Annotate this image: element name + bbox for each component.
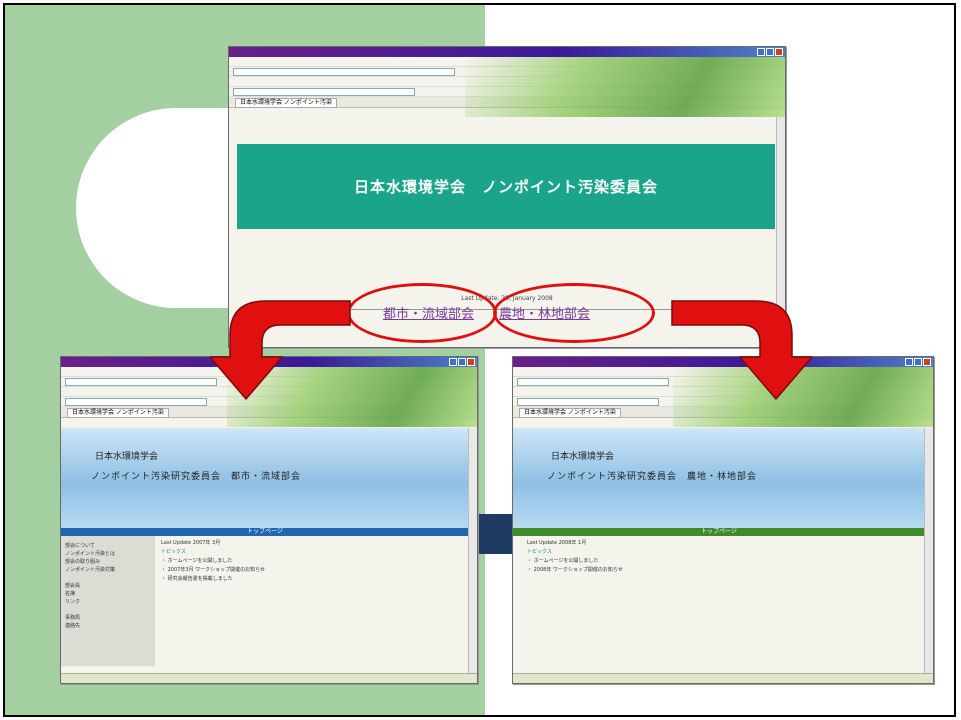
sidebar-item[interactable]: 部会の取り組み xyxy=(65,558,151,566)
address-input[interactable] xyxy=(517,377,669,386)
red-arrow-left-icon xyxy=(210,300,351,401)
content-line[interactable]: ・ ホームページを公開しました xyxy=(527,557,623,566)
top-nav-bar[interactable]: トップページ xyxy=(513,528,925,536)
main-content: Last Update 2008年 1月 トピックス ・ ホームページを公開しま… xyxy=(527,539,623,575)
left-browser-window: 日本水環境学会 ノンポイント汚染 日本水環境学会 ノンポイント汚染研究委員会 都… xyxy=(60,356,478,684)
site-title: 日本水環境学会 xyxy=(95,452,159,462)
content-line[interactable]: ・ 2007年3月 ワークショップ開催のお知らせ xyxy=(161,566,265,575)
content-line[interactable]: ・ 研究会報告書を掲載しました xyxy=(161,575,265,584)
sidebar-item[interactable] xyxy=(65,606,151,614)
minimize-icon[interactable] xyxy=(757,48,765,56)
status-bar xyxy=(61,673,477,683)
search-input[interactable] xyxy=(65,397,207,406)
topics-heading: トピックス xyxy=(527,549,552,555)
highlight-ellipse-urban xyxy=(347,283,497,343)
sidebar-item[interactable] xyxy=(65,574,151,582)
topics-heading: トピックス xyxy=(161,549,186,555)
sidebar: 部会について ノンポイント汚染とは 部会の取り組み ノンポイント汚染対策 部会員… xyxy=(61,536,155,666)
highlight-ellipse-farmland xyxy=(493,283,655,343)
address-input[interactable] xyxy=(233,67,455,76)
main-content: Last Update 2007年 3月 トピックス ・ ホームページを公開しま… xyxy=(161,539,265,584)
search-input[interactable] xyxy=(517,397,659,406)
sidebar-item[interactable]: 部会について xyxy=(65,542,151,550)
sidebar-item[interactable]: ノンポイント汚染対策 xyxy=(65,566,151,574)
site-subtitle: ノンポイント汚染研究委員会 農地・林地部会 xyxy=(547,472,758,482)
minimize-icon[interactable] xyxy=(449,358,457,366)
top-nav-bar[interactable]: トップページ xyxy=(61,528,469,536)
maximize-icon[interactable] xyxy=(766,48,774,56)
browser-tab[interactable]: 日本水環境学会 ノンポイント汚染 xyxy=(235,98,337,108)
close-icon[interactable] xyxy=(923,358,931,366)
sidebar-item[interactable]: 連絡先 xyxy=(65,622,151,630)
minimize-icon[interactable] xyxy=(905,358,913,366)
sidebar-item[interactable]: 部会員 xyxy=(65,582,151,590)
main-window-titlebar xyxy=(229,47,785,57)
page-header-banner: 日本水環境学会 ノンポイント汚染委員会 xyxy=(237,144,775,229)
maximize-icon[interactable] xyxy=(458,358,466,366)
search-input[interactable] xyxy=(233,87,415,96)
sidebar-item[interactable]: リンク xyxy=(65,598,151,606)
content-line: Last Update 2007年 3月 xyxy=(161,540,221,546)
vertical-scrollbar[interactable] xyxy=(924,428,933,674)
vertical-scrollbar[interactable] xyxy=(468,428,477,674)
site-title: 日本水環境学会 xyxy=(551,452,615,462)
content-line[interactable]: ・ 2008年 ワークショップ開催のお知らせ xyxy=(527,566,623,575)
sidebar-item[interactable]: 事務局 xyxy=(65,614,151,622)
maximize-icon[interactable] xyxy=(914,358,922,366)
content-line[interactable]: ・ ホームページを公開しました xyxy=(161,557,265,566)
browser-tab[interactable]: 日本水環境学会 ノンポイント汚染 xyxy=(519,408,621,418)
browser-tab[interactable]: 日本水環境学会 ノンポイント汚染 xyxy=(67,408,169,418)
sidebar-item[interactable]: 名簿 xyxy=(65,590,151,598)
status-bar xyxy=(513,673,933,683)
close-icon[interactable] xyxy=(775,48,783,56)
nav-top-page[interactable]: トップページ xyxy=(247,528,283,535)
content-line: Last Update 2008年 1月 xyxy=(527,540,587,546)
close-icon[interactable] xyxy=(467,358,475,366)
site-subtitle: ノンポイント汚染研究委員会 都市・流域部会 xyxy=(91,472,302,482)
red-arrow-right-icon xyxy=(671,300,812,401)
sidebar-item[interactable]: ノンポイント汚染とは xyxy=(65,550,151,558)
address-input[interactable] xyxy=(65,377,217,386)
page-title: 日本水環境学会 ノンポイント汚染委員会 xyxy=(353,178,658,196)
nav-top-page[interactable]: トップページ xyxy=(701,528,737,535)
right-browser-window: 日本水環境学会 ノンポイント汚染 日本水環境学会 ノンポイント汚染研究委員会 農… xyxy=(512,356,934,684)
